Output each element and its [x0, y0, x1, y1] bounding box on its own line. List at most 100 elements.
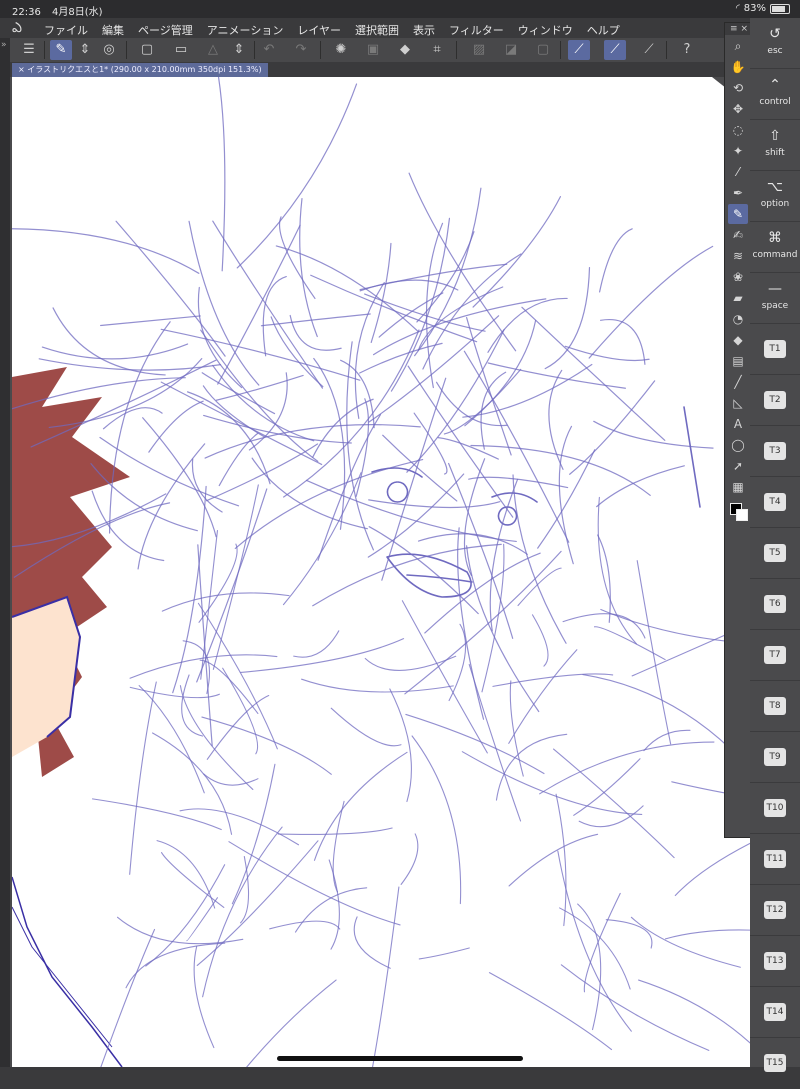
layer-icon[interactable]: ▣ [362, 40, 384, 60]
lasso-icon[interactable]: ◌ [728, 120, 748, 140]
hand-icon[interactable]: ✋ [728, 57, 748, 77]
sketch-stroke [417, 533, 528, 555]
menu-item[interactable]: ヘルプ [587, 22, 620, 38]
figure-icon[interactable]: ◺ [728, 393, 748, 413]
key-t3[interactable]: T3 [750, 426, 800, 477]
record-icon[interactable]: ◎ [98, 40, 120, 60]
key-t13[interactable]: T13 [750, 936, 800, 987]
text-icon[interactable]: A [728, 414, 748, 434]
loading-icon[interactable]: ✺ [330, 40, 352, 60]
sketch-artwork[interactable] [10, 77, 750, 1067]
blend-icon[interactable]: ◔ [728, 309, 748, 329]
expand-icon[interactable]: » [1, 40, 7, 50]
sketch-stroke [553, 748, 675, 859]
key-t2[interactable]: T2 [750, 375, 800, 426]
zoom-icon[interactable]: ⌕ [728, 36, 748, 56]
key-shift[interactable]: ⇧ shift [750, 120, 800, 171]
ruler-icon[interactable]: ⟋ [638, 40, 660, 60]
app-logo-icon[interactable]: ఎ [12, 20, 28, 36]
gradient-icon[interactable]: ▤ [728, 351, 748, 371]
transform-icon[interactable]: ⌗ [426, 40, 448, 60]
pen-icon[interactable]: ⟋ [568, 40, 590, 60]
menu-item[interactable]: ページ管理 [138, 22, 193, 38]
sketch-stroke [198, 543, 238, 623]
key-t12[interactable]: T12 [750, 885, 800, 936]
deselect-icon[interactable]: ▨ [468, 40, 490, 60]
t-key-label: T9 [764, 748, 786, 766]
move-icon[interactable]: ✥ [728, 99, 748, 119]
rotate-icon[interactable]: ⟲ [728, 78, 748, 98]
open-icon[interactable]: ▭ [170, 40, 192, 60]
new-file-icon[interactable]: ▢ [136, 40, 158, 60]
line-icon[interactable]: ╱ [728, 372, 748, 392]
sketch-stroke [539, 741, 715, 795]
menu-item[interactable]: ウィンドウ [518, 22, 573, 38]
home-indicator[interactable] [277, 1056, 523, 1061]
eyedropper-icon[interactable]: ⁄ [728, 162, 748, 182]
invert-icon[interactable]: ◪ [500, 40, 522, 60]
background-color[interactable] [736, 509, 748, 521]
sketch-stroke [664, 929, 750, 940]
key-t11[interactable]: T11 [750, 834, 800, 885]
key-option[interactable]: ⌥ option [750, 171, 800, 222]
edge-keyboard: ↺ esc ⌃ control ⇧ shift ⌥ option ⌘ command — space … [750, 18, 800, 1089]
menu-icon[interactable]: ☰ [18, 40, 40, 60]
magic-wand-icon[interactable]: ✦ [728, 141, 748, 161]
up-down-icon[interactable]: ⇕ [228, 40, 250, 60]
key-t6[interactable]: T6 [750, 579, 800, 630]
tool-panel-header[interactable]: ≡ × [725, 23, 751, 35]
save-icon[interactable]: △ [202, 40, 224, 60]
eraser-icon[interactable]: ▰ [728, 288, 748, 308]
key-t8[interactable]: T8 [750, 681, 800, 732]
canvas-paper[interactable] [10, 77, 750, 1067]
key-command[interactable]: ⌘ command [750, 222, 800, 273]
key-t5[interactable]: T5 [750, 528, 800, 579]
sketch-stroke [310, 274, 478, 343]
color-chips[interactable] [728, 501, 748, 525]
help-icon[interactable]: ? [676, 40, 698, 60]
sketch-stroke [417, 286, 504, 351]
fill-icon[interactable]: ◆ [728, 330, 748, 350]
undo-icon[interactable]: ↶ [258, 40, 280, 60]
key-t7[interactable]: T7 [750, 630, 800, 681]
brush-icon[interactable]: ✍ [728, 225, 748, 245]
key-t9[interactable]: T9 [750, 732, 800, 783]
brush-icon[interactable]: ⟋ [604, 40, 626, 60]
key-t10[interactable]: T10 [750, 783, 800, 834]
redo-icon[interactable]: ↷ [290, 40, 312, 60]
frame-icon[interactable]: ▦ [728, 477, 748, 497]
key-t4[interactable]: T4 [750, 477, 800, 528]
separator [44, 41, 45, 59]
select-arrow-icon[interactable]: ➚ [728, 456, 748, 476]
key-t1[interactable]: T1 [750, 324, 800, 375]
key-t14[interactable]: T14 [750, 987, 800, 1038]
sketch-stroke [196, 488, 268, 683]
balloon-icon[interactable]: ◯ [728, 435, 748, 455]
menu-item[interactable]: レイヤー [297, 22, 341, 38]
menu-item[interactable]: 選択範囲 [355, 22, 399, 38]
menu-item[interactable]: 編集 [102, 22, 124, 38]
t-key-label: T1 [764, 340, 786, 358]
up-down-icon[interactable]: ⇕ [74, 40, 96, 60]
select-icon[interactable]: ▢ [532, 40, 554, 60]
key-t15[interactable]: T15 [750, 1038, 800, 1089]
menu-item[interactable]: ファイル [44, 22, 88, 38]
menu-item[interactable]: アニメーション [207, 22, 284, 38]
separator [666, 41, 667, 59]
canvas-area[interactable] [10, 77, 750, 1067]
key-control[interactable]: ⌃ control [750, 69, 800, 120]
fill-icon[interactable]: ◆ [394, 40, 416, 60]
menu-item[interactable]: 表示 [413, 22, 435, 38]
menu-item[interactable]: フィルター [449, 22, 504, 38]
airbrush-icon[interactable]: ≋ [728, 246, 748, 266]
key-esc[interactable]: ↺ esc [750, 18, 800, 69]
pencil-icon[interactable]: ✎ [728, 204, 748, 224]
left-panel-strip[interactable]: » [0, 38, 10, 1067]
decoration-icon[interactable]: ❀ [728, 267, 748, 287]
close-tab-icon[interactable]: × [18, 65, 27, 74]
pen-icon[interactable]: ✒ [728, 183, 748, 203]
document-tab[interactable]: × イラストリクエスと1* (290.00 x 210.00mm 350dpi … [12, 63, 268, 77]
edit-layer-icon[interactable]: ✎ [50, 40, 72, 60]
sketch-stroke [205, 443, 319, 502]
key-space[interactable]: — space [750, 273, 800, 324]
